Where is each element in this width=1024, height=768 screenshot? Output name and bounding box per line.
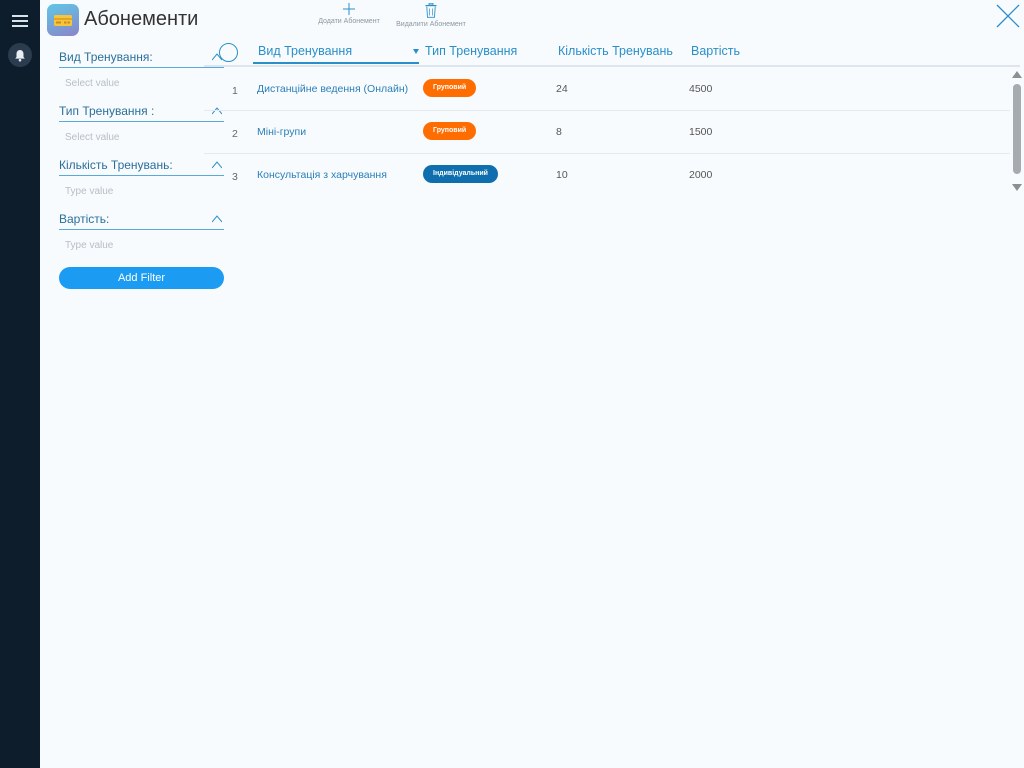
delete-subscription-label: Видалити Абонемент xyxy=(396,21,466,28)
row-training-count: 24 xyxy=(556,83,568,95)
hamburger-menu-icon[interactable] xyxy=(12,15,28,29)
table-row[interactable]: 1 Дистанційне ведення (Онлайн) Груповий … xyxy=(204,67,1010,111)
page-title: Абонементи xyxy=(84,8,199,30)
add-filter-button[interactable]: Add Filter xyxy=(59,267,224,289)
filter-header: Вартість: xyxy=(59,206,224,230)
filter-price: Вартість: xyxy=(59,206,224,260)
row-training-kind[interactable]: Міні-групи xyxy=(257,126,306,138)
row-price: 2000 xyxy=(689,169,713,181)
add-subscription-button[interactable]: Додати Абонемент xyxy=(313,3,385,25)
delete-subscription-button[interactable]: Видалити Абонемент xyxy=(390,3,472,28)
training-count-input[interactable] xyxy=(59,176,219,206)
row-training-count: 10 xyxy=(556,169,568,181)
column-header-training-kind[interactable]: Вид Тренування xyxy=(253,38,419,64)
filter-label: Вид Тренування: xyxy=(59,50,153,64)
sort-desc-icon xyxy=(413,49,419,54)
filter-header: Тип Тренування : xyxy=(59,98,224,122)
table-scrollbar[interactable] xyxy=(1010,68,1024,194)
row-price: 4500 xyxy=(689,83,713,95)
table-row[interactable]: 2 Міні-групи Груповий 8 1500 xyxy=(204,110,1010,154)
filter-label: Кількість Тренувань: xyxy=(59,158,173,172)
chevron-up-icon[interactable] xyxy=(212,214,222,224)
row-training-kind[interactable]: Дистанційне ведення (Онлайн) xyxy=(257,83,408,95)
status-badge: Груповий xyxy=(423,122,477,140)
scroll-up-arrow-icon[interactable] xyxy=(1012,71,1022,78)
price-input[interactable] xyxy=(59,230,219,260)
add-subscription-label: Додати Абонемент xyxy=(318,18,380,25)
column-header-training-count[interactable]: Кількість Тренувань xyxy=(558,44,673,58)
filter-header: Вид Тренування: xyxy=(59,44,224,68)
row-number: 2 xyxy=(232,128,238,140)
filter-training-type: Тип Тренування : xyxy=(59,98,224,152)
filter-panel: Вид Тренування: Тип Тренування : Кількіс… xyxy=(59,44,224,260)
subscription-card-icon xyxy=(47,4,79,36)
left-rail xyxy=(0,0,40,768)
scroll-thumb[interactable] xyxy=(1013,84,1021,174)
training-type-select[interactable] xyxy=(59,122,219,152)
row-number: 3 xyxy=(232,171,238,183)
status-badge: Індивідуальний xyxy=(423,165,498,183)
row-number: 1 xyxy=(232,85,238,97)
trash-icon xyxy=(425,3,437,18)
row-training-count: 8 xyxy=(556,126,562,138)
bell-icon[interactable] xyxy=(8,43,32,67)
filter-training-kind: Вид Тренування: xyxy=(59,44,224,98)
column-header-training-type[interactable]: Тип Тренування xyxy=(425,44,517,58)
column-header-label: Вид Тренування xyxy=(258,44,353,58)
training-kind-select[interactable] xyxy=(59,68,219,98)
row-training-kind[interactable]: Консультація з харчування xyxy=(257,169,387,181)
scroll-down-arrow-icon[interactable] xyxy=(1012,184,1022,191)
plus-icon xyxy=(343,3,355,15)
filter-label: Тип Тренування : xyxy=(59,104,155,118)
table-header: Вид Тренування Тип Тренування Кількість … xyxy=(230,38,1010,66)
row-price: 1500 xyxy=(689,126,713,138)
column-header-price[interactable]: Вартість xyxy=(691,44,740,58)
filter-header: Кількість Тренувань: xyxy=(59,152,224,176)
close-icon[interactable] xyxy=(996,4,1020,28)
filter-label: Вартість: xyxy=(59,212,110,226)
status-badge: Груповий xyxy=(423,79,477,97)
filter-training-count: Кількість Тренувань: xyxy=(59,152,224,206)
table-row[interactable]: 3 Консультація з харчування Індивідуальн… xyxy=(204,153,1010,197)
